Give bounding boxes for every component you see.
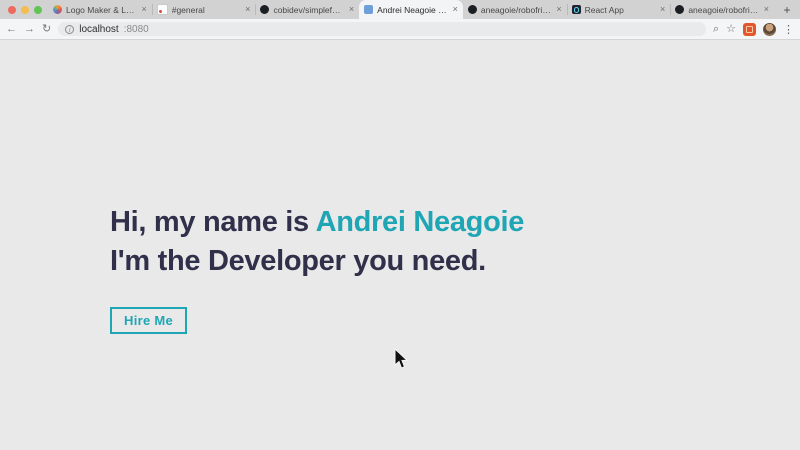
tab-title: aneagoie/robofriends: Tut <box>688 4 760 15</box>
close-tab-icon[interactable]: × <box>245 5 250 14</box>
new-tab-button[interactable]: + <box>774 0 800 19</box>
tab-list: Logo Maker & Logo Creati × #general × co… <box>48 0 774 19</box>
bookmark-star-icon[interactable]: ☆ <box>726 23 736 35</box>
tab-title: React App <box>584 4 624 15</box>
tab-logo-maker[interactable]: Logo Maker & Logo Creati × <box>48 0 152 19</box>
github-icon <box>260 5 270 14</box>
close-tab-icon[interactable]: × <box>349 5 354 14</box>
close-tab-icon[interactable]: × <box>141 5 146 14</box>
tab-title: aneagoie/robofriends: Tut <box>480 4 552 15</box>
zoom-page-icon[interactable]: ⌕ <box>713 23 719 35</box>
hero-heading-prefix: Hi, my name is <box>110 206 316 238</box>
hero-heading-line2: I'm the Developer you need. <box>110 245 486 277</box>
page-info-icon[interactable]: i <box>65 24 75 34</box>
tab-slack-general[interactable]: #general × <box>151 0 256 19</box>
profile-avatar[interactable] <box>763 22 776 36</box>
tab-title: Logo Maker & Logo Creati <box>66 4 137 15</box>
tab-andrei-neagoie-active[interactable]: Andrei Neagoie | Develope × <box>359 0 463 19</box>
close-tab-icon[interactable]: × <box>453 5 458 14</box>
url-host: localhost <box>79 23 119 35</box>
react-icon <box>571 5 581 14</box>
tab-simplefolio-github[interactable]: cobidev/simplefolio: A cle × <box>255 0 359 19</box>
close-tab-icon[interactable]: × <box>556 5 561 14</box>
extension-icon[interactable] <box>743 22 756 36</box>
tab-title: Andrei Neagoie | Develope <box>377 4 449 15</box>
traffic-lights <box>0 0 48 19</box>
close-tab-icon[interactable]: × <box>764 5 769 14</box>
url-port: :8080 <box>123 23 149 35</box>
tab-title: cobidev/simplefolio: A cle <box>273 4 345 15</box>
logo-maker-icon <box>53 5 62 14</box>
browser-window: Logo Maker & Logo Creati × #general × co… <box>0 0 800 450</box>
tab-title: #general <box>171 4 205 15</box>
tab-react-app[interactable]: React App × <box>566 0 671 19</box>
slack-icon <box>156 4 168 15</box>
address-bar[interactable]: i localhost :8080 <box>58 22 706 36</box>
hero-heading-name: Andrei Neagoie <box>315 206 525 238</box>
tab-strip: Logo Maker & Logo Creati × #general × co… <box>0 0 800 19</box>
github-icon <box>675 5 685 14</box>
reload-button[interactable]: ↻ <box>42 23 51 35</box>
hire-me-button[interactable]: Hire Me <box>110 307 188 334</box>
close-window-button[interactable] <box>8 5 16 14</box>
tab-robofriends-github-1[interactable]: aneagoie/robofriends: Tut × <box>463 0 567 19</box>
zoom-window-button[interactable] <box>34 5 42 14</box>
forward-button[interactable]: → <box>24 23 35 35</box>
close-tab-icon[interactable]: × <box>660 5 665 14</box>
tab-robofriends-github-2[interactable]: aneagoie/robofriends: Tut × <box>670 0 774 19</box>
minimize-window-button[interactable] <box>21 5 29 14</box>
hero-section: Hi, my name is Andrei Neagoie I'm the De… <box>110 203 524 334</box>
browser-menu-icon[interactable]: ⋮ <box>783 23 794 36</box>
back-button[interactable]: ← <box>6 23 17 35</box>
hero-heading: Hi, my name is Andrei Neagoie I'm the De… <box>110 203 524 281</box>
browser-toolbar: ← → ↻ i localhost :8080 ⌕ ☆ ⋮ <box>0 19 800 40</box>
github-icon <box>467 5 477 14</box>
site-favicon-icon <box>364 5 374 14</box>
mouse-cursor-icon <box>394 348 409 369</box>
